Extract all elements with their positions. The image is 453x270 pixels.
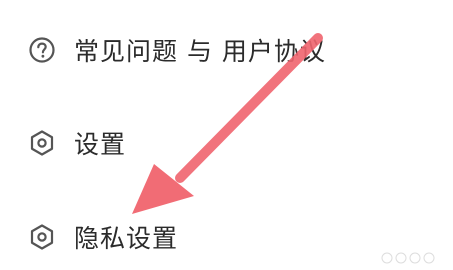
menu-item-label: 隐私设置 xyxy=(74,224,179,253)
menu-item-faq[interactable]: 常见问题 与 用户协议 xyxy=(0,20,453,80)
menu-item-settings[interactable]: 设置 xyxy=(0,113,453,173)
hexagon-gear-icon xyxy=(30,224,54,250)
help-circle-icon xyxy=(29,37,55,63)
menu-item-label: 常见问题 与 用户协议 xyxy=(74,37,326,66)
settings-screen: 常见问题 与 用户协议 设置 隐私设置 xyxy=(0,0,453,270)
menu-item-privacy-settings[interactable]: 隐私设置 xyxy=(0,207,453,267)
menu-item-label: 设置 xyxy=(74,130,127,159)
hexagon-gear-icon xyxy=(30,130,54,156)
